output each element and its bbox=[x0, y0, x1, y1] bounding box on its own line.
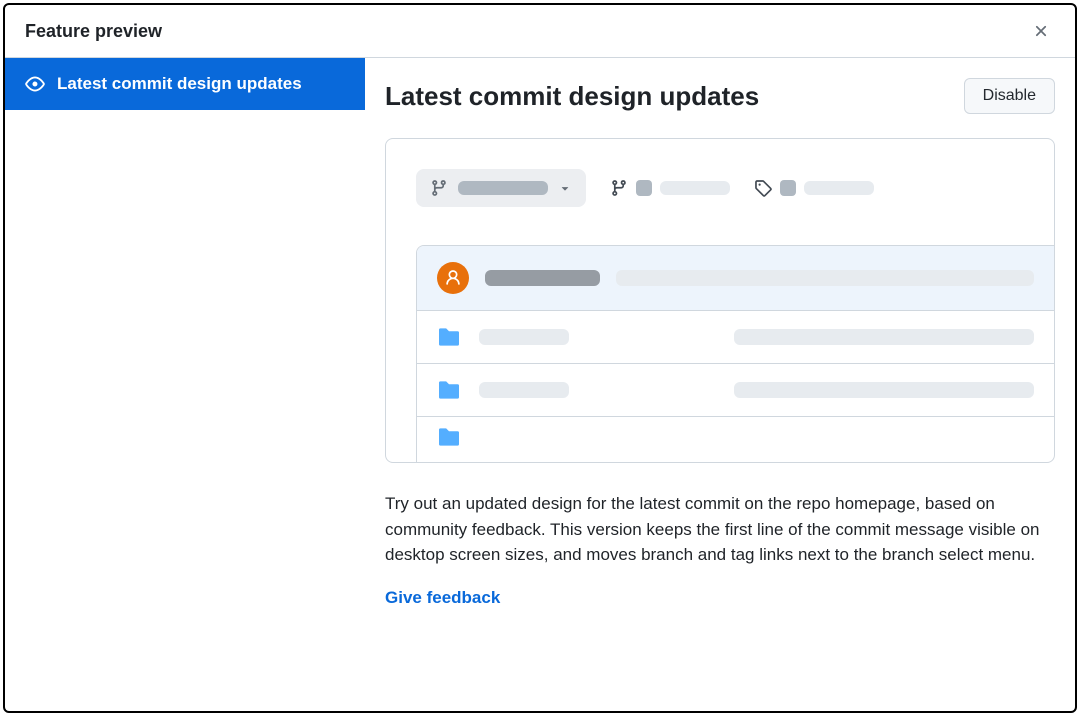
file-panel bbox=[416, 245, 1054, 463]
placeholder-filename bbox=[479, 329, 569, 345]
file-row bbox=[417, 311, 1054, 364]
feature-preview-modal: Feature preview Latest commit design upd… bbox=[3, 3, 1077, 713]
feature-description: Try out an updated design for the latest… bbox=[385, 491, 1055, 568]
git-branch-icon bbox=[430, 179, 448, 197]
content-title: Latest commit design updates bbox=[385, 81, 759, 112]
placeholder-bar bbox=[458, 181, 548, 195]
placeholder-commit bbox=[734, 329, 1034, 345]
chevron-down-icon bbox=[558, 181, 572, 195]
person-icon bbox=[444, 269, 462, 287]
commit-row bbox=[417, 246, 1054, 311]
modal-body: Latest commit design updates Latest comm… bbox=[5, 58, 1075, 711]
close-icon bbox=[1032, 22, 1050, 40]
sidebar: Latest commit design updates bbox=[5, 58, 365, 711]
tag-icon bbox=[754, 179, 772, 197]
content-header: Latest commit design updates Disable bbox=[385, 78, 1055, 114]
branches-chip bbox=[610, 179, 730, 197]
branch-select-pill bbox=[416, 169, 586, 207]
folder-icon bbox=[437, 380, 461, 400]
git-branch-icon bbox=[610, 179, 628, 197]
placeholder-square bbox=[636, 180, 652, 196]
modal-title: Feature preview bbox=[25, 21, 162, 42]
folder-icon bbox=[437, 327, 461, 347]
placeholder-square bbox=[780, 180, 796, 196]
avatar bbox=[437, 262, 469, 294]
placeholder-bar bbox=[660, 181, 730, 195]
close-button[interactable] bbox=[1027, 17, 1055, 45]
file-row bbox=[417, 417, 1054, 463]
disable-button[interactable]: Disable bbox=[964, 78, 1055, 114]
file-row bbox=[417, 364, 1054, 417]
placeholder-commit-msg bbox=[616, 270, 1034, 286]
content-pane: Latest commit design updates Disable bbox=[365, 58, 1075, 711]
preview-illustration bbox=[385, 138, 1055, 463]
sidebar-item-label: Latest commit design updates bbox=[57, 74, 302, 94]
placeholder-author bbox=[485, 270, 600, 286]
eye-icon bbox=[25, 74, 45, 94]
sidebar-item-latest-commit-design[interactable]: Latest commit design updates bbox=[5, 58, 365, 110]
placeholder-bar bbox=[804, 181, 874, 195]
give-feedback-link[interactable]: Give feedback bbox=[385, 588, 500, 607]
folder-icon bbox=[437, 427, 461, 447]
preview-toolbar bbox=[416, 169, 1054, 207]
placeholder-commit bbox=[734, 382, 1034, 398]
placeholder-filename bbox=[479, 382, 569, 398]
tags-chip bbox=[754, 179, 874, 197]
modal-header: Feature preview bbox=[5, 5, 1075, 58]
